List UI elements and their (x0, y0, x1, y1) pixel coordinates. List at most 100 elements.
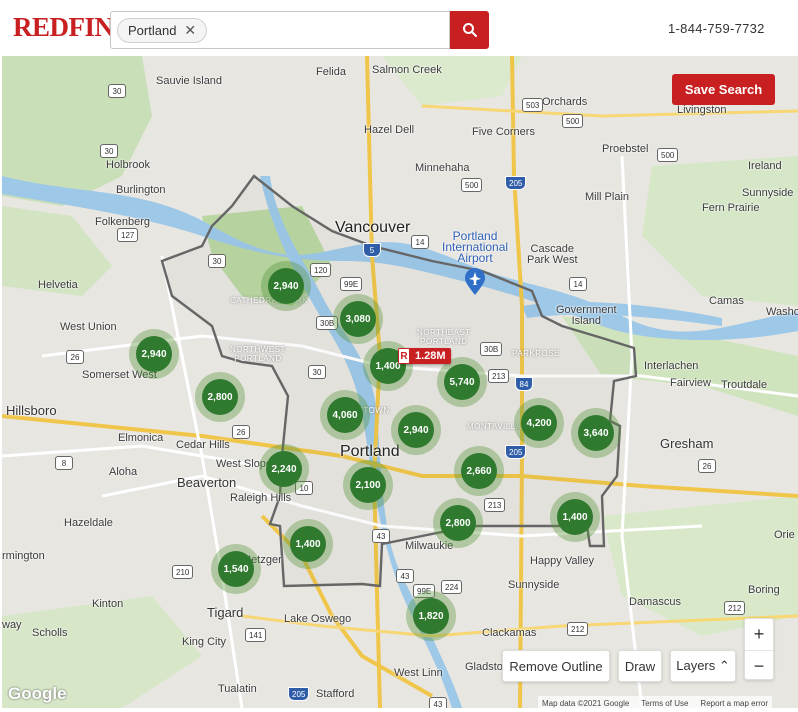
listing-cluster[interactable]: 2,800 (195, 372, 245, 422)
highway-shield: 213 (484, 498, 506, 512)
place-label: Boring (748, 584, 780, 596)
place-label: West Union (60, 321, 117, 333)
place-label: Helvetia (38, 279, 78, 291)
place-label: Felida (316, 66, 346, 78)
zoom-out-button[interactable]: − (745, 650, 773, 681)
cluster-count: 4,200 (521, 405, 557, 441)
header-bar: REDFIN Portland ✕ 1-844-759-7732 (0, 0, 798, 56)
place-label: Proebstel (602, 143, 649, 155)
cluster-count: 2,940 (136, 336, 172, 372)
neighborhood-label: NORTHWEST PORTLAND (230, 345, 286, 363)
place-label: Hazel Dell (364, 124, 415, 136)
place-label: Sauvie Island (156, 75, 223, 87)
highway-shield: 30B (480, 342, 503, 356)
terms-link[interactable]: Terms of Use (641, 699, 688, 708)
neighborhood-label: NORTHEAST PORTLAND (417, 328, 471, 346)
search-input[interactable]: Portland ✕ (110, 11, 450, 49)
interstate-shield: 84 (515, 377, 533, 391)
highway-shield: 43 (429, 697, 447, 708)
remove-outline-button[interactable]: Remove Outline (502, 650, 610, 682)
place-label: Damascus (629, 596, 681, 608)
highway-shield: 500 (461, 178, 483, 192)
search-button[interactable] (450, 11, 489, 49)
place-label: Happy Valley (530, 555, 594, 567)
zoom-control: + − (744, 618, 774, 680)
listing-cluster[interactable]: 2,660 (454, 446, 504, 496)
cluster-count: 1,400 (290, 526, 326, 562)
phone-number[interactable]: 1-844-759-7732 (668, 21, 765, 36)
place-label: West Linn (394, 667, 443, 679)
highway-shield: 210 (172, 565, 194, 579)
google-logo: Google (8, 684, 67, 703)
place-label: Fairview (670, 377, 711, 389)
listing-cluster[interactable]: 2,800 (433, 498, 483, 548)
place-label: Scholls (32, 627, 68, 639)
listing-cluster[interactable]: 2,940 (391, 405, 441, 455)
place-label: Ireland (748, 160, 782, 172)
place-label: Livingston (677, 104, 727, 116)
listing-cluster[interactable]: 3,640 (571, 408, 621, 458)
highway-shield: 14 (411, 235, 429, 249)
save-search-button[interactable]: Save Search (672, 74, 775, 105)
highway-shield: 213 (488, 369, 510, 383)
cluster-count: 2,100 (350, 467, 386, 503)
cluster-count: 2,940 (268, 268, 304, 304)
highway-shield: 30 (100, 144, 118, 158)
highway-shield: 26 (698, 459, 716, 473)
listing-cluster[interactable]: 1,820 (406, 591, 456, 641)
airport-icon (465, 268, 485, 295)
airport-label: Portland International Airport (442, 229, 509, 265)
listing-cluster[interactable]: 4,200 (514, 398, 564, 448)
listing-cluster[interactable]: 2,240 (259, 444, 309, 494)
highway-shield: 500 (657, 148, 679, 162)
interstate-shield: 205 (288, 687, 310, 701)
place-label: Camas (709, 295, 744, 307)
layers-button[interactable]: Layers ⌃ (670, 650, 736, 682)
interstate-shield: 5 (363, 243, 381, 257)
listing-cluster[interactable]: 2,940 (129, 329, 179, 379)
place-label: Folkenberg (95, 216, 151, 228)
place-label: Hazeldale (64, 517, 113, 529)
map-data-credit: Map data ©2021 Google (542, 698, 630, 708)
place-label: Orchards (542, 96, 588, 108)
listing-cluster[interactable]: 1,540 (211, 544, 261, 594)
cluster-count: 2,240 (266, 451, 302, 487)
place-label: Kinton (92, 598, 124, 610)
neighborhood-label: PARKROSE (512, 349, 560, 358)
place-label: Aloha (109, 466, 138, 478)
cluster-count: 1,540 (218, 551, 254, 587)
place-label: Tigard (207, 605, 244, 620)
listing-cluster[interactable]: 4,060 (320, 390, 370, 440)
remove-chip-icon[interactable]: ✕ (184, 22, 196, 39)
listing-cluster[interactable]: 3,080 (333, 294, 383, 344)
place-label: Mill Plain (585, 191, 630, 203)
redfin-badge-icon: R (398, 348, 410, 364)
map-attribution: Map data ©2021 Google Terms of Use Repor… (538, 696, 773, 708)
listing-price-marker[interactable]: R 1.28M (398, 348, 451, 364)
map-view[interactable]: Sauvie Island Felida Salmon Creek Orchar… (2, 56, 798, 708)
highway-shield: 99E (340, 277, 363, 291)
cluster-count: 3,080 (340, 301, 376, 337)
report-error-link[interactable]: Report a map error (700, 699, 768, 708)
highway-shield: 30 (108, 84, 126, 98)
place-label: Clackamas (482, 627, 537, 639)
redfin-logo[interactable]: REDFIN (13, 12, 114, 43)
place-label: way (2, 619, 22, 631)
listing-cluster[interactable]: 5,740 (437, 357, 487, 407)
draw-button[interactable]: Draw (618, 650, 662, 682)
listing-cluster[interactable]: 2,100 (343, 460, 393, 510)
place-label: Burlington (116, 184, 166, 196)
zoom-in-button[interactable]: + (745, 619, 773, 650)
place-label: Five Corners (472, 126, 535, 138)
cluster-count: 1,400 (557, 499, 593, 535)
highway-shield: 26 (232, 425, 250, 439)
listing-cluster[interactable]: 1,400 (283, 519, 333, 569)
place-label: Sunnyside (508, 579, 560, 591)
highway-shield: 14 (569, 277, 587, 291)
place-label-vancouver: Vancouver (335, 219, 411, 236)
location-chip-label: Portland (128, 23, 177, 38)
location-chip[interactable]: Portland ✕ (117, 18, 208, 43)
cluster-count: 2,800 (440, 505, 476, 541)
listing-cluster[interactable]: 1,400 (550, 492, 600, 542)
listing-cluster[interactable]: 2,940 (261, 261, 311, 311)
